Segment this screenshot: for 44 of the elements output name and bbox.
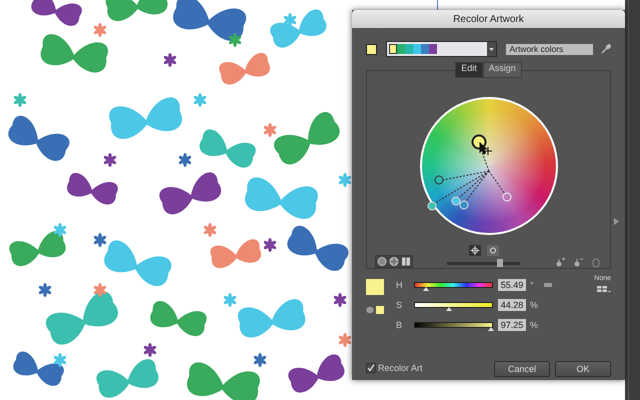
color-mode-menu-icon[interactable] bbox=[597, 285, 611, 293]
value-field[interactable]: 44.28 bbox=[498, 299, 526, 311]
brightness-slider[interactable] bbox=[447, 262, 520, 265]
unit-label: ° bbox=[530, 280, 535, 290]
color-marker[interactable] bbox=[434, 176, 443, 184]
tab[interactable]: Edit bbox=[455, 62, 483, 78]
checkbox-label: Recolor Art bbox=[378, 363, 423, 373]
brightness-hue-toggle-icon[interactable] bbox=[486, 245, 498, 256]
color-group-name-field[interactable]: Artwork colors bbox=[506, 44, 594, 54]
slider-thumb[interactable] bbox=[496, 259, 503, 267]
pointer-cursor-icon bbox=[479, 142, 492, 156]
value-field[interactable]: 55.49 bbox=[498, 279, 526, 291]
slider-label: H bbox=[396, 280, 404, 290]
cube-icon[interactable] bbox=[366, 306, 374, 314]
color-swatch[interactable] bbox=[366, 44, 377, 54]
slider-track[interactable] bbox=[414, 321, 493, 329]
slider-track[interactable] bbox=[414, 281, 493, 289]
add-color-tool-icon[interactable] bbox=[554, 257, 566, 268]
unit-label: % bbox=[530, 300, 538, 310]
current-color-swatch bbox=[366, 279, 384, 295]
cancel-button[interactable]: Cancel bbox=[494, 361, 550, 377]
slider-label: S bbox=[396, 300, 404, 310]
slider-thumb[interactable] bbox=[488, 327, 494, 331]
slider-label: B bbox=[396, 320, 404, 330]
caret-icon bbox=[489, 48, 494, 50]
swatch-toggle-icon[interactable] bbox=[544, 283, 552, 287]
saturation-hue-toggle-icon[interactable] bbox=[468, 245, 480, 256]
smooth-wheel-icon[interactable] bbox=[376, 256, 388, 267]
eyedropper-icon[interactable] bbox=[601, 44, 611, 54]
tab[interactable]: Assign bbox=[482, 62, 522, 78]
color-swatch bbox=[376, 306, 384, 314]
slider-thumb[interactable] bbox=[423, 287, 430, 291]
checkbox[interactable] bbox=[366, 363, 376, 373]
remove-color-tool-icon[interactable] bbox=[572, 257, 584, 268]
unit-label: % bbox=[530, 320, 538, 330]
slider-track[interactable] bbox=[414, 301, 493, 309]
ok-button[interactable]: OK bbox=[555, 361, 611, 377]
color-bars-icon[interactable] bbox=[400, 256, 412, 267]
slider-thumb[interactable] bbox=[446, 307, 452, 311]
color-group-dropdown[interactable] bbox=[386, 41, 498, 57]
expand-arrow-icon[interactable] bbox=[614, 218, 619, 225]
window-title: Recolor Artwork bbox=[352, 10, 625, 28]
value-field[interactable]: 97.25 bbox=[498, 319, 526, 331]
segmented-wheel-icon[interactable] bbox=[388, 256, 400, 267]
